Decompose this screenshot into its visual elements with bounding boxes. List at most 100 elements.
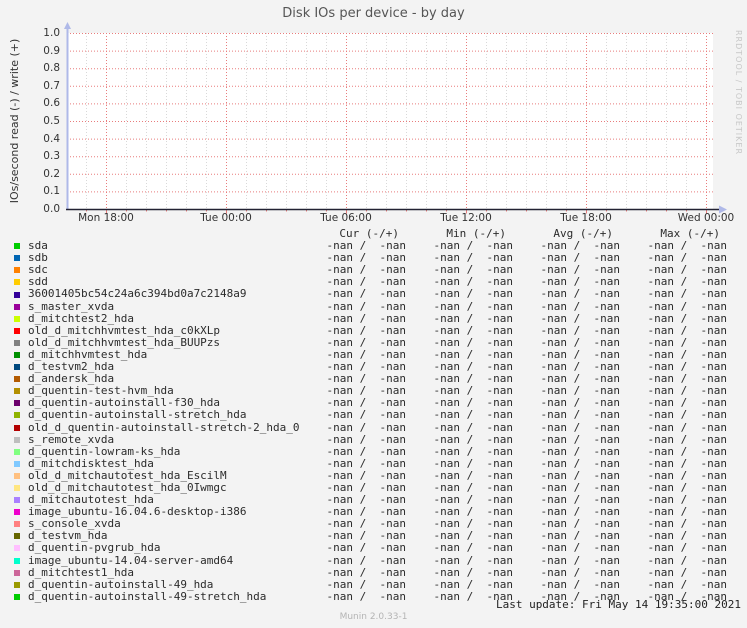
y-tick-label: 0.3	[43, 150, 60, 163]
series-color-swatch	[14, 388, 20, 395]
series-color-swatch	[14, 509, 20, 516]
legend-row: image_ubuntu-14.04-server-amd64 -nan / -n…	[14, 553, 727, 567]
series-label: old_d_quentin-autoinstall-stretch-2_hda_…	[28, 421, 299, 434]
series-color-swatch	[14, 364, 20, 371]
legend-rows: sda -nan / -nan -nan / -nan -nan / -nan -nan…	[14, 239, 727, 603]
munin-graph: Disk IOs per device - by day IOs/second …	[0, 0, 747, 628]
series-value-avg: -nan / -nan	[540, 432, 620, 446]
series-color-swatch	[14, 569, 20, 576]
y-tick-label: 0.1	[43, 185, 60, 198]
series-value-max: -nan / -nan	[647, 311, 727, 325]
series-color-swatch	[14, 243, 20, 250]
series-label: 36001405bc54c24a6c394bd0a7c2148a9	[28, 288, 247, 301]
series-color-swatch	[14, 593, 20, 600]
series-value-min: -nan / -nan	[433, 444, 513, 458]
series-label: sda	[28, 240, 48, 253]
y-tick-label: 0.0	[43, 203, 60, 215]
series-value-avg: -nan / -nan	[540, 311, 620, 325]
series-value-max: -nan / -nan	[647, 432, 727, 446]
legend-row: d_quentin-pvgrub_hda -nan / -nan -nan / -n…	[14, 542, 727, 554]
series-value-min: -nan / -nan	[433, 565, 513, 579]
series-label: d_quentin-autoinstall-49-stretch_hda	[28, 590, 267, 603]
series-color-swatch	[14, 303, 20, 310]
x-tick-label: Tue 00:00	[200, 212, 252, 224]
series-label: old_d_mitchhvmtest_hda_BUUPzs	[28, 336, 221, 349]
series-value-cur: -nan / -nan	[326, 589, 406, 603]
legend-row: d_mitchtest1_hda -nan / -nan -nan / -nan -n…	[14, 565, 727, 579]
plot-area	[64, 22, 727, 214]
series-color-swatch	[14, 327, 20, 334]
series-color-swatch	[14, 279, 20, 286]
series-color-swatch	[14, 267, 20, 274]
y-tick-label: 0.6	[43, 97, 60, 110]
series-color-swatch	[14, 424, 20, 431]
series-value-max: -nan / -nan	[647, 299, 727, 313]
series-label: s_remote_xvda	[28, 433, 115, 446]
series-value-min: -nan / -nan	[433, 553, 513, 567]
series-value-min: -nan / -nan	[433, 420, 513, 434]
series-label: image_ubuntu-14.04-server-amd64	[28, 554, 234, 567]
series-value-avg: -nan / -nan	[540, 408, 620, 422]
series-color-swatch	[14, 376, 20, 383]
x-tick-label: Tue 18:00	[560, 212, 612, 224]
legend-row: old_d_quentin-autoinstall-stretch-2_hda_…	[14, 420, 727, 434]
series-label: d_quentin-lowram-ks_hda	[28, 445, 181, 458]
series-value-max: -nan / -nan	[647, 420, 727, 434]
series-value-cur: -nan / -nan	[326, 311, 406, 325]
series-value-cur: -nan / -nan	[326, 408, 406, 422]
series-color-swatch	[14, 436, 20, 443]
legend-row: d_quentin-lowram-ks_hda -nan / -nan -nan /…	[14, 444, 727, 458]
series-label: old_d_mitchautotest_hda_0Iwmgc	[28, 481, 227, 494]
series-value-min: -nan / -nan	[433, 287, 513, 301]
series-label: sdb	[28, 252, 48, 265]
series-value-max: -nan / -nan	[647, 553, 727, 567]
legend-row: d_mitchtest2_hda -nan / -nan -nan / -nan -n…	[14, 311, 727, 325]
series-value-cur: -nan / -nan	[326, 541, 406, 555]
series-label: d_quentin-autoinstall-49_hda	[28, 578, 214, 591]
y-tick-label: 0.4	[43, 132, 60, 145]
series-color-swatch	[14, 351, 20, 358]
x-tick-label: Mon 18:00	[78, 212, 134, 224]
series-label: d_testvm_hda	[28, 530, 108, 543]
series-label: s_master_xvda	[28, 300, 115, 313]
series-label: sdc	[28, 264, 48, 277]
series-label: d_mitchautotest_hda	[28, 494, 154, 507]
series-value-cur: -nan / -nan	[326, 299, 406, 313]
series-value-cur: -nan / -nan	[326, 553, 406, 567]
y-tick-label: 0.7	[43, 79, 60, 92]
series-value-max: -nan / -nan	[647, 541, 727, 555]
series-value-avg: -nan / -nan	[540, 420, 620, 434]
series-value-min: -nan / -nan	[433, 577, 513, 591]
series-color-swatch	[14, 400, 20, 407]
legend-row: d_quentin-autoinstall-49_hda -nan / -nan -…	[14, 577, 727, 591]
series-value-cur: -nan / -nan	[326, 287, 406, 301]
legend-row: s_master_xvda -nan / -nan -nan / -nan -nan …	[14, 299, 727, 313]
legend-row: 36001405bc54c24a6c394bd0a7c2148a9 -nan / …	[14, 288, 727, 300]
series-label: sdd	[28, 276, 48, 289]
y-tick-label: 1.0	[43, 27, 60, 39]
series-color-swatch	[14, 291, 20, 298]
series-color-swatch	[14, 339, 20, 346]
series-color-swatch	[14, 545, 20, 552]
series-label: image_ubuntu-16.04.6-desktop-i386	[28, 506, 247, 519]
series-label: d_quentin-autoinstall-stretch_hda	[28, 409, 247, 422]
rrdtool-watermark: RRDTOOL / TOBI OETIKER	[734, 30, 743, 156]
series-label: d_mitchdisktest_hda	[28, 457, 154, 470]
series-color-swatch	[14, 497, 20, 504]
legend-row: d_quentin-autoinstall-stretch_hda -nan / …	[14, 409, 727, 421]
series-value-avg: -nan / -nan	[540, 299, 620, 313]
series-value-avg: -nan / -nan	[540, 577, 620, 591]
series-color-swatch	[14, 448, 20, 455]
series-value-cur: -nan / -nan	[326, 420, 406, 434]
y-tick-label: 0.5	[43, 115, 60, 127]
series-value-cur: -nan / -nan	[326, 444, 406, 458]
series-color-swatch	[14, 533, 20, 540]
series-color-swatch	[14, 521, 20, 528]
x-tick-label: Wed 00:00	[677, 212, 735, 224]
y-tick-label: 0.2	[43, 167, 60, 180]
y-axis-arrow-icon	[64, 22, 71, 29]
series-value-avg: -nan / -nan	[540, 444, 620, 458]
legend-row: s_remote_xvda -nan / -nan -nan / -nan -nan …	[14, 432, 727, 446]
series-color-swatch	[14, 581, 20, 588]
series-value-cur: -nan / -nan	[326, 577, 406, 591]
